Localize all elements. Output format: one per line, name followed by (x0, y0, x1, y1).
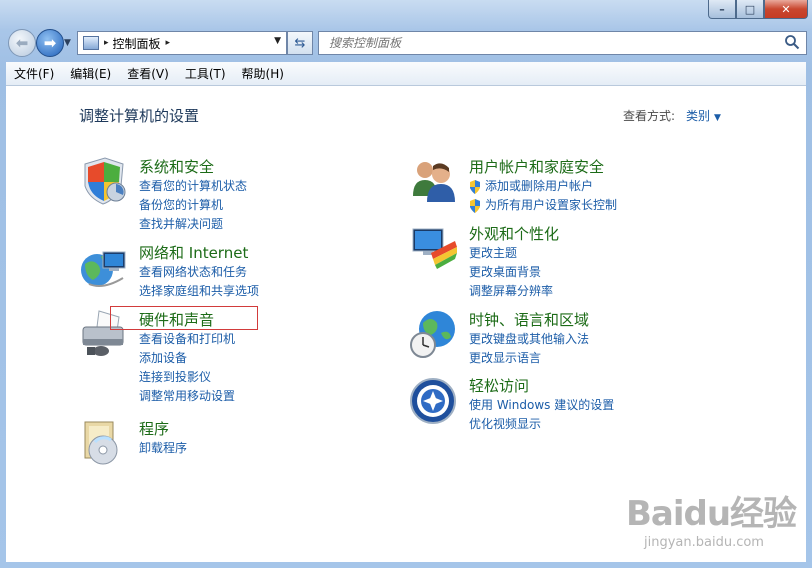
category-title[interactable]: 网络和 Internet (139, 242, 248, 263)
maximize-button[interactable]: □ (736, 0, 764, 19)
uac-shield-icon (470, 198, 480, 213)
link-parental-controls[interactable]: 为所有用户设置家长控制 (469, 196, 617, 215)
menu-tools[interactable]: 工具(T) (177, 65, 234, 82)
shield-icon (84, 157, 126, 205)
menu-edit[interactable]: 编辑(E) (62, 65, 119, 82)
breadcrumb-chevron-icon[interactable]: ▸ (166, 38, 171, 48)
navigation-bar: ⬅ ➡ ▼ ▸ 控制面板 ▸ ▼ ⇆ (0, 26, 812, 60)
category-title[interactable]: 轻松访问 (469, 375, 529, 396)
link-mobility-settings[interactable]: 调整常用移动设置 (139, 387, 235, 406)
link-display-language[interactable]: 更改显示语言 (469, 349, 589, 368)
minimize-button[interactable]: – (708, 0, 736, 19)
link-devices-printers[interactable]: 查看设备和打印机 (139, 330, 235, 349)
recent-pages-dropdown[interactable]: ▼ (64, 38, 71, 48)
refresh-icon: ⇆ (294, 35, 306, 51)
menu-file[interactable]: 文件(F) (6, 65, 62, 82)
search-icon[interactable] (784, 34, 800, 50)
link-add-remove-accounts[interactable]: 添加或删除用户帐户 (469, 177, 617, 196)
refresh-button[interactable]: ⇆ (287, 31, 313, 55)
search-input[interactable] (327, 35, 771, 51)
view-by-dropdown[interactable]: 类别 ▼ (686, 107, 721, 124)
category-title[interactable]: 时钟、语言和区域 (469, 309, 589, 330)
category-title[interactable]: 系统和安全 (139, 156, 214, 177)
link-view-computer-status[interactable]: 查看您的计算机状态 (139, 177, 247, 196)
link-screen-resolution[interactable]: 调整屏幕分辨率 (469, 282, 553, 301)
link-troubleshoot[interactable]: 查找并解决问题 (139, 215, 247, 234)
link-desktop-background[interactable]: 更改桌面背景 (469, 263, 553, 282)
category-title[interactable]: 程序 (139, 418, 169, 439)
content-pane: 调整计算机的设置 查看方式: 类别 ▼ 系统和安全 查看您的计算机状态 备份您的计… (6, 86, 806, 562)
menu-help[interactable]: 帮助(H) (234, 65, 292, 82)
forward-button[interactable]: ➡ (36, 29, 64, 57)
link-homegroup-sharing[interactable]: 选择家庭组和共享选项 (139, 282, 259, 301)
annotation-highlight-box (110, 306, 258, 330)
view-by-label: 查看方式: (623, 109, 676, 123)
window-frame: – □ ✕ ⬅ ➡ ▼ ▸ 控制面板 ▸ ▼ ⇆ 文件(F) 编辑(E) 查看(… (0, 0, 812, 568)
uac-shield-icon (470, 179, 480, 194)
page-title: 调整计算机的设置 (79, 107, 200, 125)
link-optimize-video-display[interactable]: 优化视频显示 (469, 415, 614, 434)
programs-icon (84, 421, 118, 465)
ease-of-access-icon (410, 378, 456, 424)
appearance-icon (412, 228, 457, 269)
back-button[interactable]: ⬅ (8, 29, 36, 57)
link-change-input-methods[interactable]: 更改键盘或其他输入法 (469, 330, 589, 349)
address-bar[interactable]: ▸ 控制面板 ▸ ▼ (77, 31, 287, 55)
address-dropdown-icon[interactable]: ▼ (274, 36, 281, 46)
back-arrow-icon: ⬅ (15, 34, 29, 52)
network-icon (81, 251, 126, 287)
link-network-status[interactable]: 查看网络状态和任务 (139, 263, 259, 282)
caption-buttons: – □ ✕ (708, 0, 808, 19)
category-title[interactable]: 用户帐户和家庭安全 (469, 156, 604, 177)
category-title[interactable]: 外观和个性化 (469, 223, 559, 244)
link-connect-projector[interactable]: 连接到投影仪 (139, 368, 235, 387)
forward-arrow-icon: ➡ (43, 34, 57, 52)
control-panel-icon (83, 36, 99, 50)
close-button[interactable]: ✕ (764, 0, 808, 19)
menu-bar: 文件(F) 编辑(E) 查看(V) 工具(T) 帮助(H) (6, 62, 806, 86)
menu-view[interactable]: 查看(V) (119, 65, 177, 82)
clock-globe-icon (410, 311, 455, 358)
baidu-watermark: Baidu经验 jingyan.baidu.com (626, 494, 797, 550)
breadcrumb-separator-icon[interactable]: ▸ (104, 38, 109, 48)
link-change-theme[interactable]: 更改主题 (469, 244, 553, 263)
link-backup-computer[interactable]: 备份您的计算机 (139, 196, 247, 215)
chevron-down-icon: ▼ (714, 113, 721, 123)
users-icon (413, 162, 455, 202)
link-windows-recommended-settings[interactable]: 使用 Windows 建议的设置 (469, 396, 614, 415)
link-uninstall-program[interactable]: 卸载程序 (139, 439, 187, 458)
breadcrumb-control-panel[interactable]: 控制面板 (113, 35, 161, 52)
search-box[interactable] (318, 31, 807, 55)
link-add-device[interactable]: 添加设备 (139, 349, 235, 368)
